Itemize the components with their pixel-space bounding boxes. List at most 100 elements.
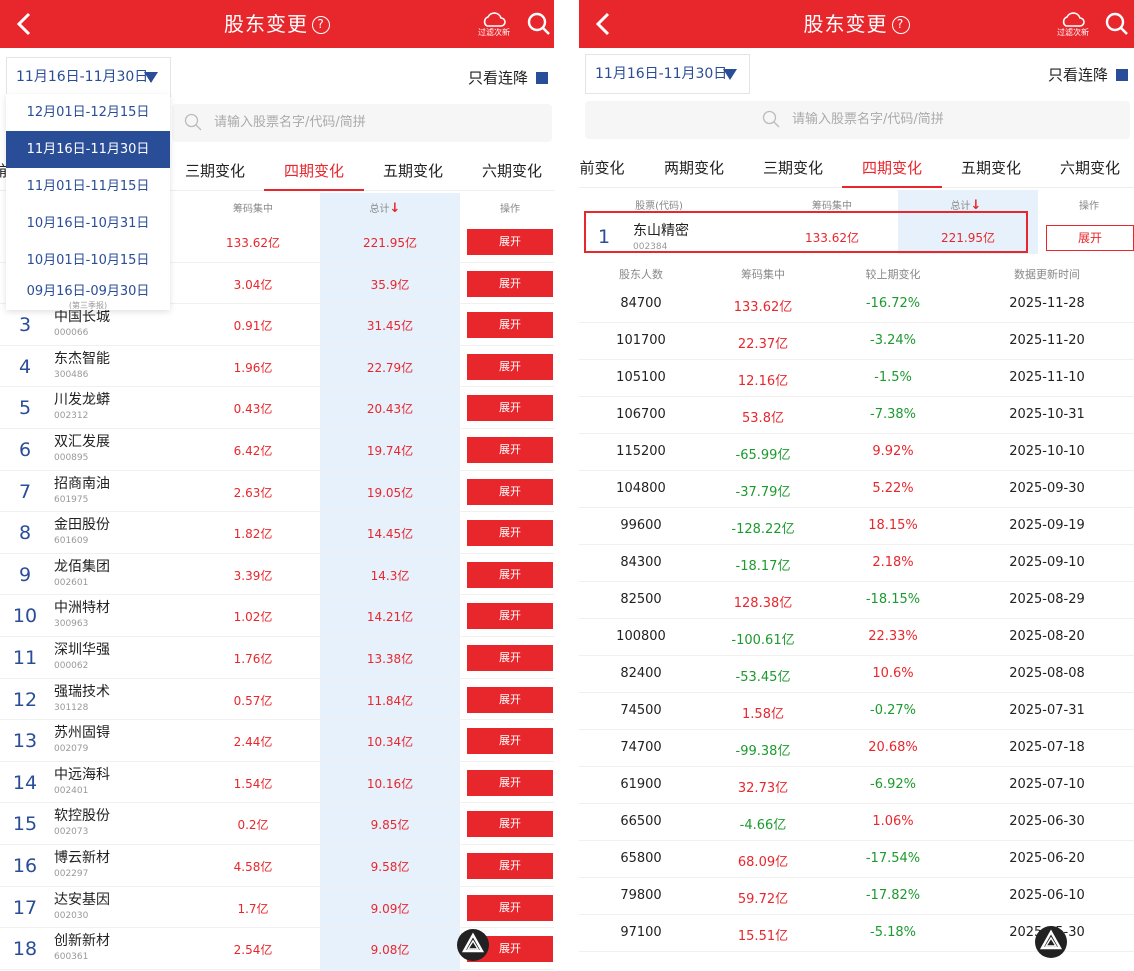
left-screen: 股东变更? 过滤次新 11月16日-11月30日 只看连降 请输入股票名字/代码… (0, 0, 554, 971)
stock-code: 600361 (54, 952, 89, 963)
expand-button[interactable]: 展开 (467, 811, 553, 838)
tab-three-period[interactable]: 三期变化 (165, 155, 265, 191)
table-row[interactable]: 7 招商南油 601975 2.63亿 19.05亿 展开 (0, 471, 554, 513)
recycle-icon[interactable] (1035, 926, 1067, 958)
search-icon (184, 113, 202, 131)
change-value: 5.22% (872, 481, 914, 496)
stock-name: 强瑞技术 (54, 683, 110, 700)
stock-name: 东杰智能 (54, 350, 110, 367)
tab-six-period[interactable]: 六期变化 (462, 155, 554, 191)
stock-rank: 10 (12, 605, 38, 628)
only-cut-toggle[interactable]: 只看连降 (1048, 64, 1128, 85)
stock-chip: 4.58亿 (233, 860, 273, 874)
col-head-total[interactable]: 总计↓ (360, 200, 410, 216)
table-row[interactable]: 12 强瑞技术 301128 0.57亿 11.84亿 展开 (0, 679, 554, 721)
holder-count: 97100 (620, 925, 662, 940)
tab-four-period[interactable]: 四期变化 (842, 152, 942, 188)
expand-button[interactable]: 展开 (467, 312, 553, 339)
table-row[interactable]: 6 双汇发展 000895 6.42亿 19.74亿 展开 (0, 429, 554, 471)
chip-value: -100.61亿 (731, 633, 795, 648)
chip-value: -99.38亿 (735, 744, 791, 759)
change-value: -7.38% (870, 407, 916, 422)
tab-prev[interactable]: 前变化 (579, 152, 627, 188)
tab-five-period[interactable]: 五期变化 (941, 152, 1041, 188)
expand-button[interactable]: 展开 (467, 853, 553, 879)
only-cut-toggle[interactable]: 只看连降 (468, 67, 548, 88)
stock-search-input[interactable]: 请输入股票名字/代码/简拼 (172, 104, 552, 142)
expand-button[interactable]: 展开 (467, 686, 553, 713)
stock-rank: 4 (18, 355, 32, 378)
filter-new-button[interactable]: 过滤次新 (476, 10, 512, 40)
expand-button[interactable]: 展开 (467, 645, 553, 671)
search-icon[interactable] (527, 12, 551, 36)
table-row[interactable]: 13 苏州固锝 002079 2.44亿 10.34亿 展开 (0, 720, 554, 762)
page-title: 股东变更? (0, 0, 554, 48)
table-row: 115200 -65.99亿 9.92% 2025-10-10 (579, 434, 1134, 471)
table-row[interactable]: 17 达安基因 002030 1.7亿 9.09亿 展开 (0, 887, 554, 929)
update-date: 2025-08-08 (1009, 666, 1085, 681)
table-row[interactable]: 10 中洲特材 300963 1.02亿 14.21亿 展开 (0, 595, 554, 637)
tab-three-period[interactable]: 三期变化 (743, 152, 843, 188)
change-value: -6.92% (870, 777, 916, 792)
stock-rank: 14 (12, 771, 38, 794)
sub-head-chip: 筹码集中 (741, 268, 785, 281)
dropdown-option[interactable]: 10月16日-10月31日 (6, 205, 170, 242)
search-icon[interactable] (1105, 12, 1129, 36)
table-row[interactable]: 15 软控股份 002073 0.2亿 9.85亿 展开 (0, 803, 554, 845)
table-row[interactable]: 8 金田股份 601609 1.82亿 14.45亿 展开 (0, 512, 554, 554)
expand-button[interactable]: 展开 (467, 561, 553, 588)
expand-button[interactable]: 展开 (467, 728, 553, 755)
expand-button[interactable]: 展开 (1046, 225, 1134, 251)
expand-button[interactable]: 展开 (467, 894, 553, 921)
tab-two-period[interactable]: 两期变化 (644, 152, 744, 188)
table-row: 84700 133.62亿 -16.72% 2025-11-28 (579, 286, 1134, 323)
stock-code: 300963 (54, 619, 89, 630)
table-row[interactable]: 11 深圳华强 000062 1.76亿 13.38亿 展开 (0, 637, 554, 679)
help-icon[interactable]: ? (312, 16, 330, 34)
table-row[interactable]: 14 中远海科 002401 1.54亿 10.16亿 展开 (0, 762, 554, 804)
dropdown-option-selected[interactable]: 11月16日-11月30日 (6, 131, 170, 168)
stock-total: 221.95亿 (363, 236, 417, 250)
col-head-action: 操作 (1079, 201, 1099, 212)
change-value: -17.82% (865, 888, 921, 903)
stock-rank: 15 (12, 813, 38, 836)
stock-code: 000062 (54, 661, 89, 671)
expand-button[interactable]: 展开 (467, 395, 553, 422)
update-date: 2025-09-19 (1009, 518, 1085, 533)
expand-button[interactable]: 展开 (467, 769, 553, 796)
stock-rank: 12 (12, 688, 38, 711)
stock-total: 9.85亿 (370, 818, 410, 833)
chip-value: -128.22亿 (731, 522, 795, 537)
recycle-icon[interactable] (457, 929, 489, 961)
dropdown-option[interactable]: 12月01日-12月15日 (6, 94, 170, 131)
holder-count: 66500 (620, 814, 662, 829)
tab-four-period[interactable]: 四期变化 (264, 155, 364, 191)
change-value: 2.18% (872, 555, 914, 570)
stock-total: 19.05亿 (366, 485, 414, 500)
stock-name: 苏州固锝 (54, 725, 110, 742)
table-row[interactable]: 16 博云新材 002297 4.58亿 9.58亿 展开 (0, 845, 554, 887)
stock-rank: 7 (18, 480, 32, 503)
help-icon[interactable]: ? (891, 16, 910, 34)
expand-button[interactable]: 展开 (467, 270, 553, 297)
table-row[interactable]: 5 川发龙蟒 002312 0.43亿 20.43亿 展开 (0, 387, 554, 429)
table-row[interactable]: 4 东杰智能 300486 1.96亿 22.79亿 展开 (0, 346, 554, 388)
update-date: 2025-10-31 (1009, 407, 1085, 422)
stock-chip: 3.04亿 (233, 277, 273, 292)
expand-button[interactable]: 展开 (467, 520, 553, 547)
expand-button[interactable]: 展开 (467, 437, 553, 463)
change-value: -16.72% (865, 296, 921, 311)
expand-button[interactable]: 展开 (467, 603, 553, 630)
header: 股东变更? 过滤次新 (0, 0, 554, 48)
expand-button[interactable]: 展开 (467, 478, 553, 505)
stock-search-input[interactable]: 请输入股票名字/代码/简拼 (585, 101, 1130, 139)
tab-six-period[interactable]: 六期变化 (1040, 152, 1134, 188)
date-range-select[interactable]: 11月16日-11月30日 (585, 54, 750, 94)
dropdown-option[interactable]: 11月01日-11月15日 (6, 168, 170, 205)
date-range-select[interactable]: 11月16日-11月30日 (6, 57, 171, 97)
expand-button[interactable]: 展开 (467, 229, 553, 255)
expand-button[interactable]: 展开 (467, 353, 553, 380)
filter-new-button[interactable]: 过滤次新 (1055, 10, 1091, 40)
table-row[interactable]: 9 龙佰集团 002601 3.39亿 14.3亿 展开 (0, 554, 554, 596)
tab-five-period[interactable]: 五期变化 (363, 155, 463, 191)
